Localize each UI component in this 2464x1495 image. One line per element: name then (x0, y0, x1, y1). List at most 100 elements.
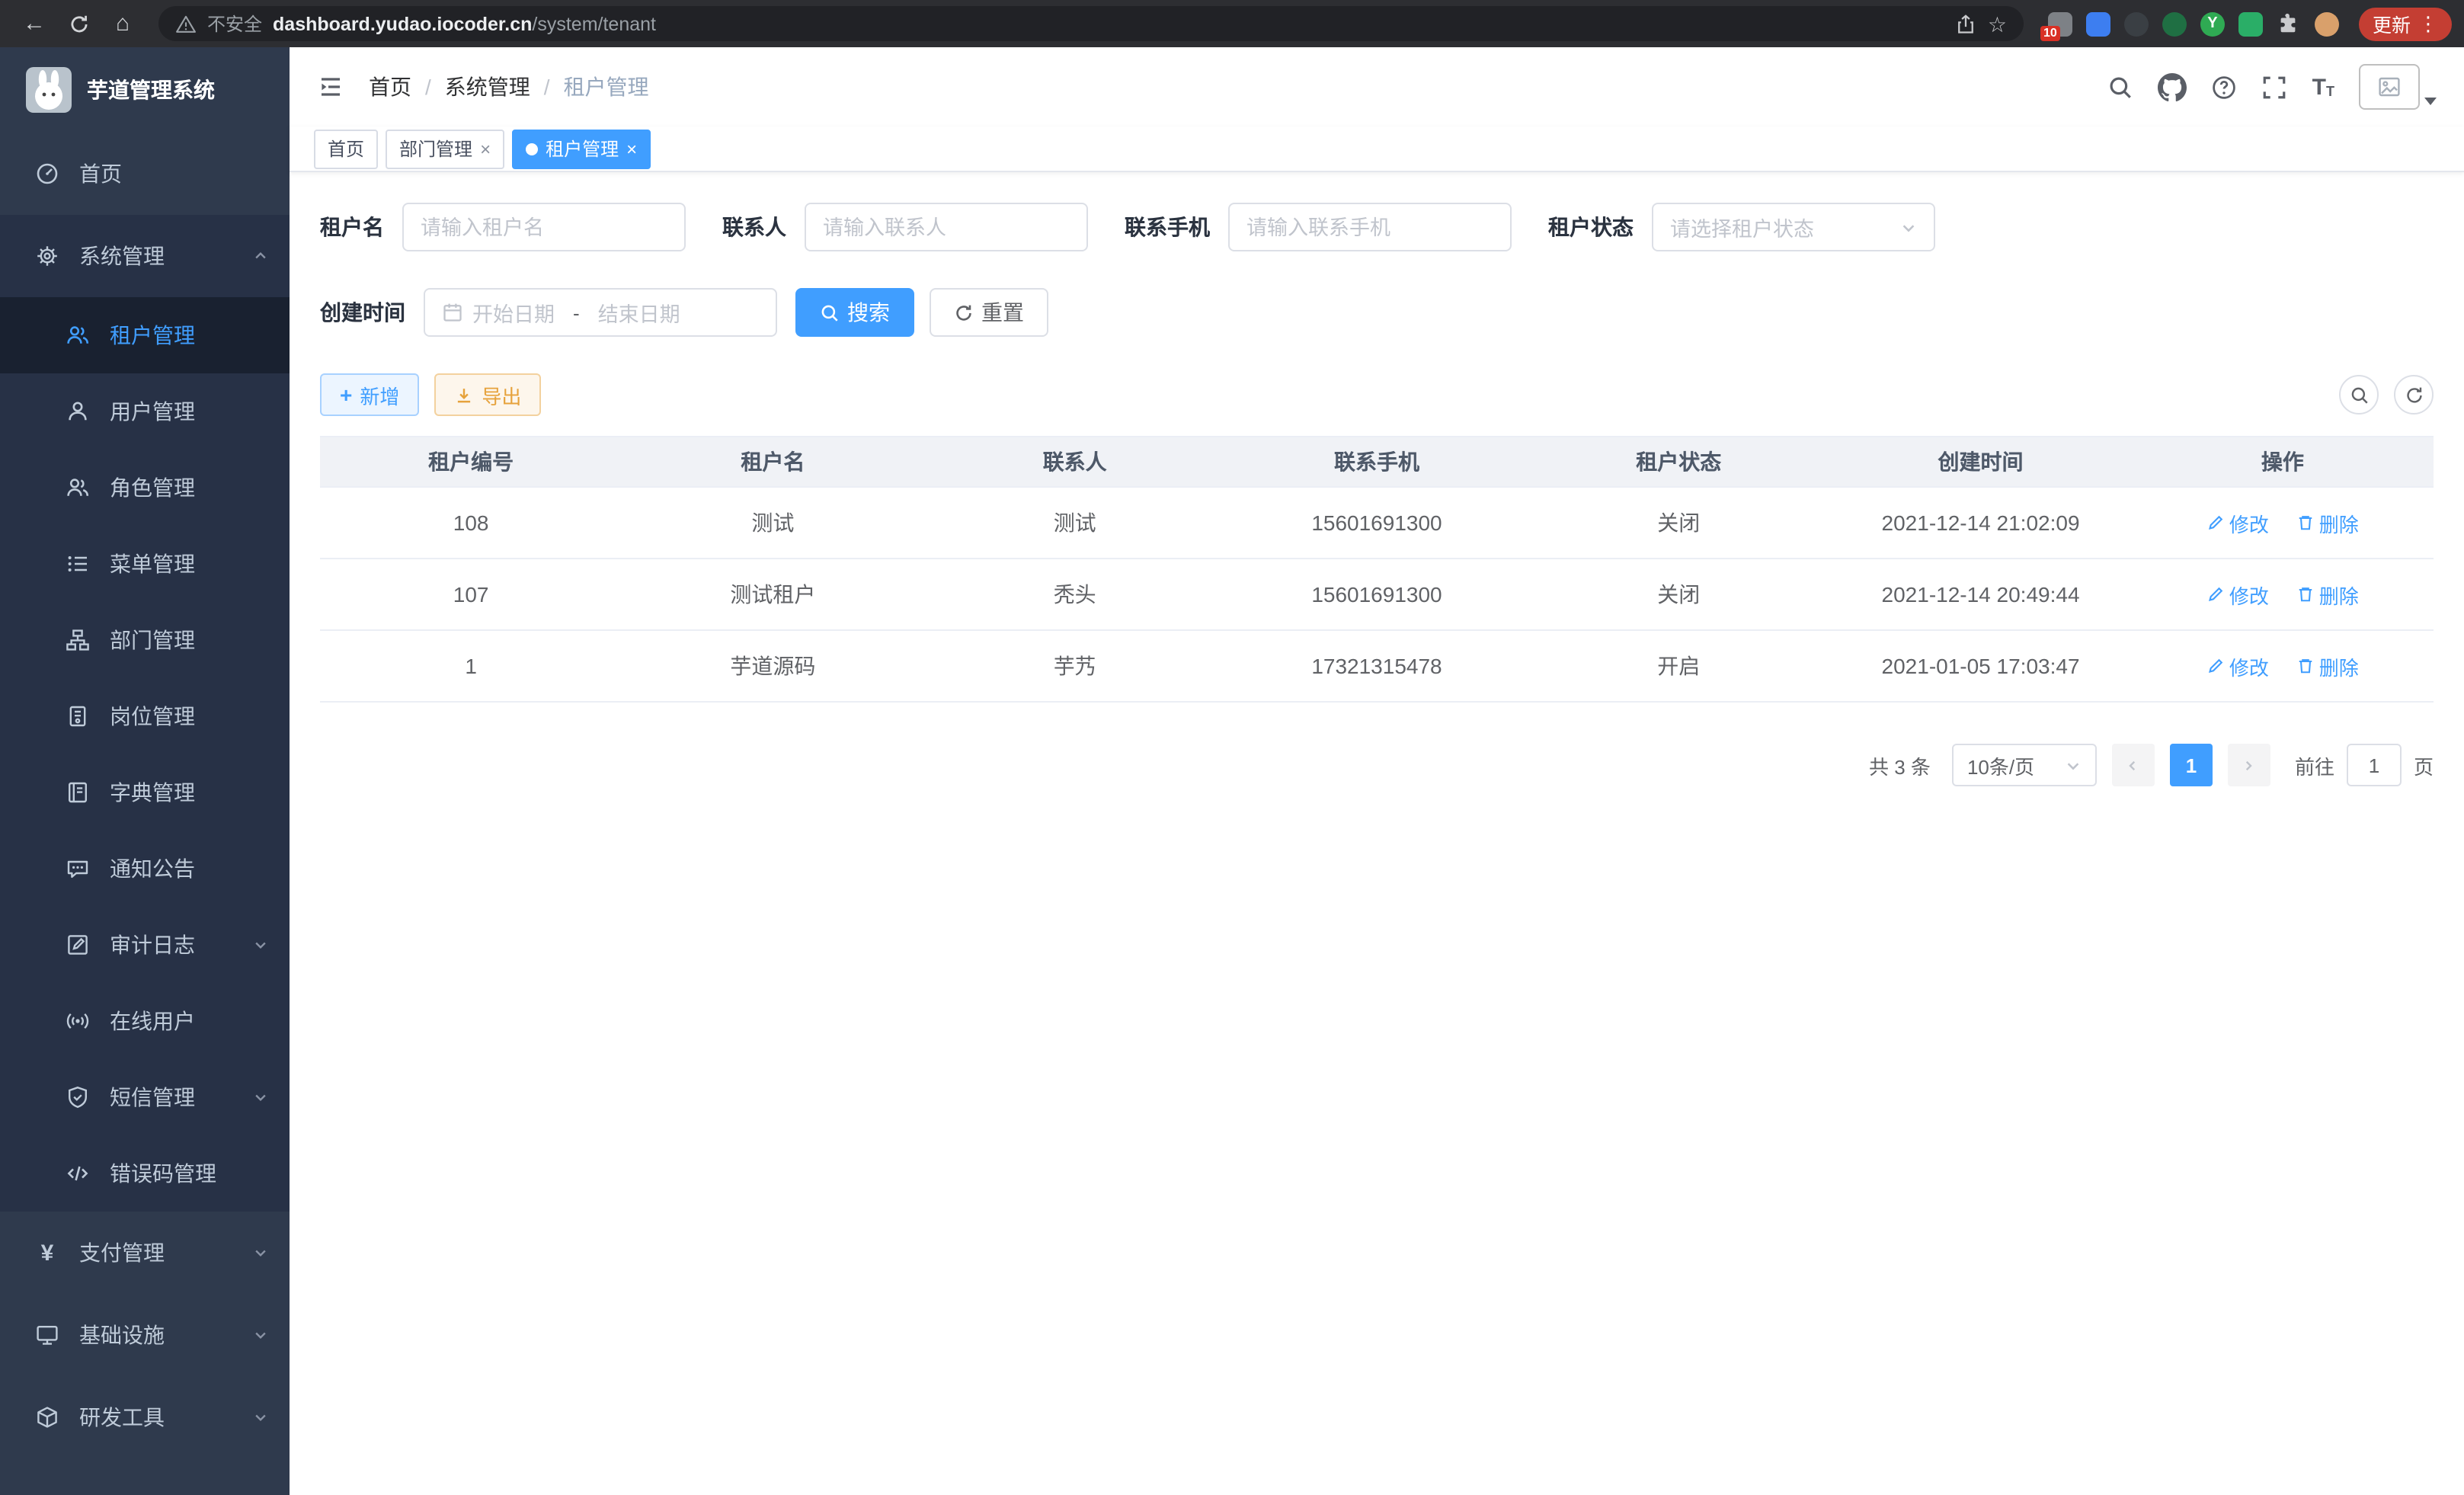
cell-tenant-name: 测试租户 (622, 559, 923, 630)
export-button[interactable]: 导出 (434, 373, 541, 416)
date-separator: - (564, 301, 589, 324)
sidebar-item-menu[interactable]: 菜单管理 (0, 526, 290, 602)
browser-profile-avatar[interactable] (2315, 11, 2339, 36)
github-icon[interactable] (2158, 72, 2187, 101)
sidebar-item-label: 基础设施 (79, 1320, 165, 1350)
pagination-total: 共 3 条 (1869, 751, 1931, 780)
url-text: dashboard.yudao.iocoder.cn/system/tenant (273, 13, 656, 34)
sidebar-item-sms[interactable]: 短信管理 (0, 1059, 290, 1135)
column-header: 租户名 (622, 437, 923, 487)
close-icon[interactable]: × (480, 138, 491, 159)
sidebar-item-tenant[interactable]: 租户管理 (0, 297, 290, 373)
user-avatar-menu[interactable] (2359, 64, 2437, 110)
share-icon[interactable] (1956, 13, 1977, 34)
sidebar-item-label: 角色管理 (110, 472, 195, 503)
prev-page-button[interactable] (2112, 744, 2155, 786)
delete-link[interactable]: 删除 (2296, 580, 2359, 609)
extension-icon-4[interactable] (2162, 11, 2187, 36)
active-dot (526, 142, 538, 155)
font-size-icon[interactable]: TT (2312, 75, 2334, 98)
delete-link[interactable]: 删除 (2296, 508, 2359, 537)
edit-link[interactable]: 修改 (2206, 508, 2269, 537)
cell-contact: 测试 (924, 487, 1226, 559)
page-size-select[interactable]: 10条/页 (1952, 744, 2097, 786)
toolbox-icon (34, 1405, 61, 1429)
page-number-current[interactable]: 1 (2170, 744, 2213, 786)
extension-icon-5[interactable]: Y (2200, 11, 2225, 36)
sidebar-item-dept[interactable]: 部门管理 (0, 602, 290, 678)
reset-button[interactable]: 重置 (930, 288, 1048, 337)
add-button[interactable]: + 新增 (320, 373, 419, 416)
avatar[interactable] (2359, 64, 2420, 110)
column-header: 租户编号 (320, 437, 622, 487)
delete-link[interactable]: 删除 (2296, 651, 2359, 680)
app-logo[interactable]: 芋道管理系统 (0, 47, 290, 133)
search-icon (820, 303, 840, 322)
chevron-left-icon (2126, 758, 2140, 772)
sidebar-fold-icon[interactable] (317, 73, 344, 101)
search-icon[interactable] (2108, 74, 2134, 100)
browser-back-button[interactable]: ← (17, 6, 52, 41)
refresh-table-button[interactable] (2394, 375, 2434, 415)
status-select[interactable]: 请选择租户状态 (1652, 203, 1935, 251)
extension-icon-3[interactable] (2124, 11, 2149, 36)
breadcrumb-system[interactable]: 系统管理 (445, 72, 530, 102)
sidebar-item-post[interactable]: 岗位管理 (0, 678, 290, 754)
sidebar-item-online-users[interactable]: 在线用户 (0, 983, 290, 1059)
sidebar: 芋道管理系统 首页 系统管理 (0, 47, 290, 1495)
browser-menu-icon: ⋮ (2418, 11, 2438, 36)
error-code-icon (64, 1161, 91, 1186)
tenant-name-input[interactable] (421, 216, 667, 238)
sms-shield-icon (64, 1085, 91, 1109)
tab-dept[interactable]: 部门管理 × (386, 129, 504, 168)
extensions-puzzle-icon[interactable] (2277, 11, 2301, 36)
tab-tenant[interactable]: 租户管理 × (512, 129, 651, 168)
extension-icon-6[interactable] (2238, 11, 2263, 36)
sidebar-item-audit-log[interactable]: 审计日志 (0, 907, 290, 983)
sidebar-item-home[interactable]: 首页 (0, 133, 290, 215)
refresh-icon (68, 13, 89, 34)
phone-input[interactable] (1246, 216, 1493, 238)
sidebar-item-user[interactable]: 用户管理 (0, 373, 290, 450)
sidebar-item-payment[interactable]: ¥ 支付管理 (0, 1212, 290, 1294)
goto-page-input[interactable] (2347, 744, 2402, 786)
filter-row-1: 租户名 联系人 联系手机 (320, 203, 2434, 251)
browser-update-button[interactable]: 更新 ⋮ (2359, 7, 2452, 40)
browser-home-button[interactable]: ⌂ (105, 6, 140, 41)
filter-tenant-name: 租户名 (320, 203, 686, 251)
help-icon[interactable] (2212, 74, 2238, 100)
table-row: 107 测试租户 秃头 15601691300 关闭 2021-12-14 20… (320, 559, 2434, 630)
contact-input[interactable] (823, 216, 1070, 238)
extension-icon-2[interactable] (2086, 11, 2110, 36)
edit-link[interactable]: 修改 (2206, 580, 2269, 609)
tab-home[interactable]: 首页 (314, 129, 378, 168)
sidebar-item-label: 部门管理 (110, 625, 195, 655)
date-end: 结束日期 (598, 297, 680, 328)
close-icon[interactable]: × (626, 138, 637, 159)
toggle-search-button[interactable] (2339, 375, 2379, 415)
sidebar-item-devtools[interactable]: 研发工具 (0, 1376, 290, 1458)
sidebar-item-system[interactable]: 系统管理 (0, 215, 290, 297)
date-range-picker[interactable]: 开始日期 - 结束日期 (424, 288, 777, 337)
edit-link[interactable]: 修改 (2206, 651, 2269, 680)
sidebar-item-dict[interactable]: 字典管理 (0, 754, 290, 831)
next-page-button[interactable] (2228, 744, 2270, 786)
sidebar-item-role[interactable]: 角色管理 (0, 450, 290, 526)
sidebar-item-notice[interactable]: 通知公告 (0, 831, 290, 907)
bookmark-star-icon[interactable]: ☆ (1988, 13, 2007, 34)
address-bar[interactable]: 不安全 dashboard.yudao.iocoder.cn/system/te… (158, 6, 2024, 41)
cell-created: 2021-12-14 20:49:44 (1829, 559, 2131, 630)
extension-icon-1[interactable]: 10 (2048, 11, 2072, 36)
cell-operations: 修改 删除 (2132, 559, 2434, 630)
fullscreen-icon[interactable] (2262, 74, 2288, 100)
browser-refresh-button[interactable] (61, 6, 96, 41)
refresh-icon (954, 303, 974, 322)
field-label: 租户名 (320, 212, 384, 242)
sidebar-item-error-code[interactable]: 错误码管理 (0, 1135, 290, 1212)
breadcrumb-home[interactable]: 首页 (369, 72, 411, 102)
search-button[interactable]: 搜索 (795, 288, 914, 337)
sidebar-item-infrastructure[interactable]: 基础设施 (0, 1294, 290, 1376)
table-header-row: 租户编号 租户名 联系人 联系手机 租户状态 创建时间 操作 (320, 437, 2434, 487)
sidebar-menu: 首页 系统管理 (0, 133, 290, 1458)
field-label: 联系人 (722, 212, 786, 242)
